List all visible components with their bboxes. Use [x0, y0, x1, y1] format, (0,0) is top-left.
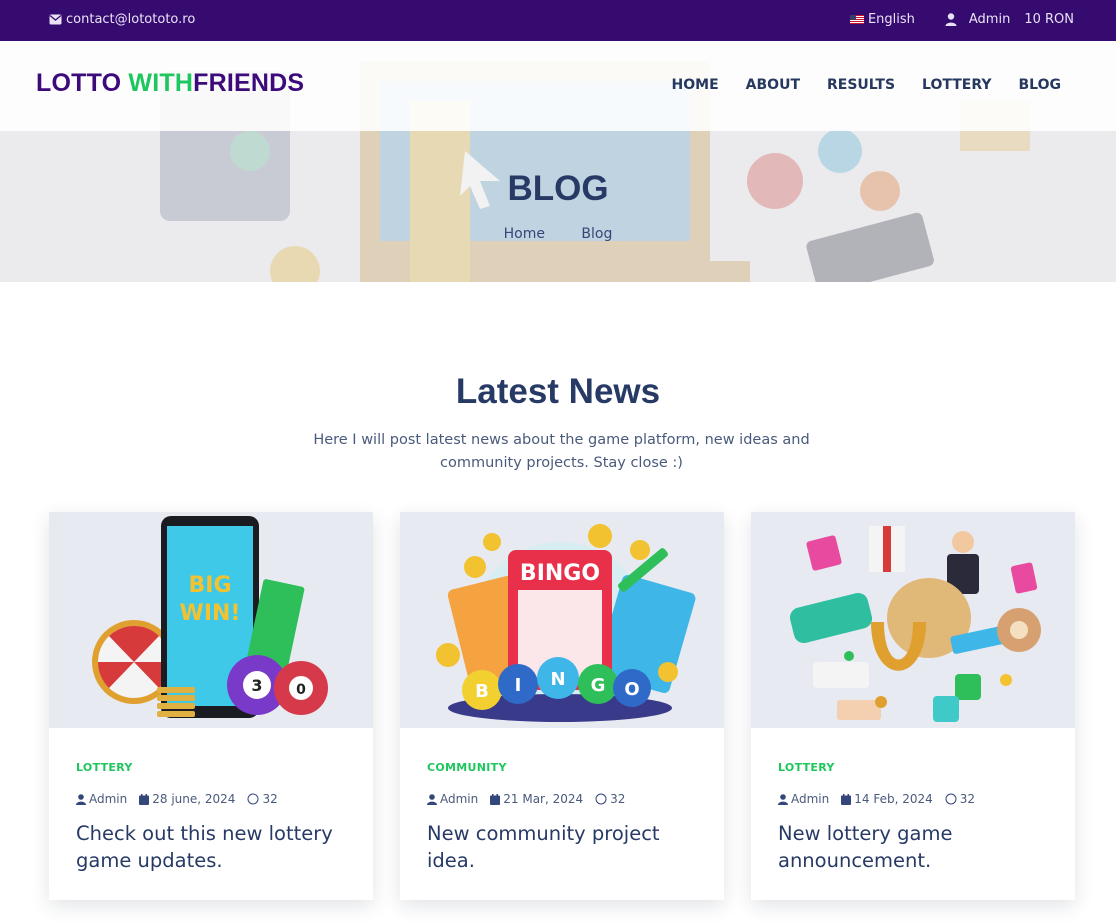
contact-email-text: contact@lotototo.ro	[66, 12, 196, 27]
post-date: 14 Feb, 2024	[854, 792, 933, 806]
top-bar: contact@lotototo.ro English Admin 10 RON	[0, 0, 1116, 41]
page-hero: LOTTO WITHFRIENDS HOME ABOUT RESULTS LOT…	[0, 41, 1116, 282]
breadcrumb-home[interactable]: Home	[504, 226, 545, 242]
user-account-link[interactable]: Admin	[969, 12, 1010, 27]
nav-item-home[interactable]: HOME	[672, 77, 719, 93]
section-title: Latest News	[455, 372, 661, 411]
big-win-phone-illustration: BIG WIN! 3 0	[92, 516, 328, 718]
breadcrumb-blog: Blog	[581, 226, 613, 242]
calendar-icon	[841, 793, 852, 805]
post-meta: Admin 14 Feb, 2024 32	[778, 792, 1048, 806]
post-date: 28 june, 2024	[152, 792, 236, 806]
blog-card[interactable]: BINGO B I N G O COMMUNITY Admin 21 Mar, …	[400, 512, 724, 900]
post-date: 21 Mar, 2024	[503, 792, 584, 806]
post-comments: 32	[262, 792, 278, 806]
balance-display: 10 RON	[1024, 12, 1074, 27]
us-flag-icon	[849, 15, 864, 24]
post-author: Admin	[440, 792, 479, 806]
calendar-icon	[490, 793, 501, 805]
nav-item-results[interactable]: RESULTS	[827, 77, 895, 93]
post-title[interactable]: New community project idea.	[427, 820, 697, 874]
nav-item-lottery[interactable]: LOTTERY	[922, 77, 991, 93]
svg-text:3: 3	[251, 676, 262, 695]
comment-icon	[945, 793, 957, 805]
svg-text:O: O	[624, 679, 639, 700]
post-image[interactable]: BINGO B I N G O	[400, 512, 724, 728]
svg-text:WIN!: WIN!	[180, 601, 241, 626]
main-navbar: LOTTO WITHFRIENDS HOME ABOUT RESULTS LOT…	[0, 41, 1116, 131]
blog-card[interactable]: LOTTERY Admin 14 Feb, 2024 32 New lotter…	[751, 512, 1075, 900]
user-icon	[427, 793, 437, 805]
post-meta: Admin 21 Mar, 2024 32	[427, 792, 697, 806]
post-author: Admin	[791, 792, 830, 806]
language-selector[interactable]: English	[849, 12, 915, 27]
svg-text:0: 0	[296, 682, 306, 698]
post-category[interactable]: LOTTERY	[778, 761, 1048, 774]
user-icon	[76, 793, 86, 805]
nav-menu: HOME ABOUT RESULTS LOTTERY BLOG	[672, 77, 1061, 93]
logo-word-with: WITH	[128, 69, 194, 97]
contact-email[interactable]: contact@lotototo.ro	[49, 12, 195, 27]
svg-text:G: G	[591, 675, 606, 696]
site-logo[interactable]: LOTTO WITHFRIENDS	[36, 69, 304, 98]
svg-text:I: I	[515, 675, 522, 696]
logo-word-lotto: LOTTO	[36, 69, 122, 97]
logo-word-friends: FRIENDS	[193, 69, 305, 97]
lottery-prizes-illustration	[789, 526, 1041, 722]
svg-text:B: B	[475, 681, 489, 702]
calendar-icon	[139, 793, 150, 805]
svg-text:BINGO: BINGO	[520, 561, 600, 586]
comment-icon	[247, 793, 259, 805]
post-title[interactable]: New lottery game announcement.	[778, 820, 1048, 874]
envelope-icon	[49, 14, 62, 25]
comment-icon	[595, 793, 607, 805]
post-image[interactable]	[751, 512, 1075, 728]
language-label: English	[867, 12, 915, 27]
breadcrumb: Home Blog	[0, 226, 1116, 242]
post-meta: Admin 28 june, 2024 32	[76, 792, 346, 806]
post-author: Admin	[89, 792, 128, 806]
post-category[interactable]: COMMUNITY	[427, 761, 697, 774]
svg-text:BIG: BIG	[188, 573, 231, 598]
user-icon	[945, 13, 957, 26]
nav-item-blog[interactable]: BLOG	[1019, 77, 1062, 93]
post-title[interactable]: Check out this new lottery game updates.	[76, 820, 346, 874]
page-title: BLOG	[507, 169, 609, 208]
nav-item-about[interactable]: ABOUT	[746, 77, 800, 93]
bingo-illustration: BINGO B I N G O	[436, 524, 696, 722]
post-image[interactable]: BIG WIN! 3 0	[49, 512, 373, 728]
user-icon	[778, 793, 788, 805]
post-category[interactable]: LOTTERY	[76, 761, 346, 774]
post-comments: 32	[959, 792, 976, 806]
svg-text:N: N	[550, 669, 565, 690]
post-comments: 32	[610, 792, 626, 806]
section-description: Here I will post latest news about the g…	[313, 432, 810, 471]
blog-card[interactable]: BIG WIN! 3 0 LOTTERY Admin 28 june, 2024…	[49, 512, 373, 900]
